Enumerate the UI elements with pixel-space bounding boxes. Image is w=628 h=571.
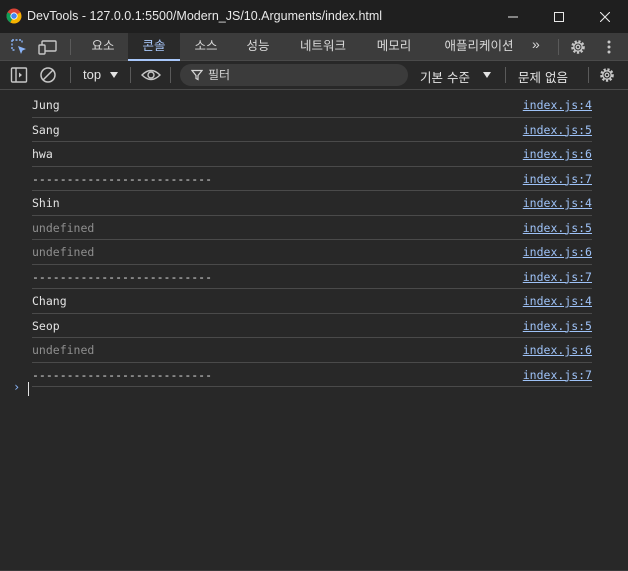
tab-application[interactable]: 애플리케이션 bbox=[432, 33, 526, 60]
console-message-row: -------------------------- index.js:7 bbox=[32, 265, 592, 289]
source-link[interactable]: index.js:6 bbox=[523, 147, 592, 161]
tab-console[interactable]: 콘솔 bbox=[128, 33, 180, 61]
tab-label: 요소 bbox=[91, 39, 115, 53]
filter-icon bbox=[191, 69, 203, 81]
tab-label: 콘솔 bbox=[142, 39, 166, 53]
console-input-cursor[interactable] bbox=[28, 382, 29, 396]
tab-network[interactable]: 네트워크 bbox=[288, 33, 358, 60]
console-message-text: Shin bbox=[32, 196, 60, 210]
console-settings-button[interactable] bbox=[597, 65, 617, 85]
more-vertical-icon bbox=[607, 40, 611, 54]
tab-label: 소스 bbox=[194, 39, 218, 53]
source-link[interactable]: index.js:4 bbox=[523, 98, 592, 112]
log-levels-dropdown[interactable]: 기본 수준 bbox=[420, 67, 470, 86]
source-link[interactable]: index.js:7 bbox=[523, 368, 592, 382]
tabs-divider bbox=[558, 39, 559, 55]
filter-box bbox=[180, 64, 408, 86]
tab-label: 성능 bbox=[246, 39, 270, 53]
panel-tabs-bar: 요소 콘솔 소스 성능 네트워크 메모리 애플리케이션 » bbox=[0, 33, 628, 61]
window-title: DevTools - 127.0.0.1:5500/Modern_JS/10.A… bbox=[27, 9, 383, 23]
tab-memory[interactable]: 메모리 bbox=[366, 33, 422, 60]
filter-input[interactable] bbox=[208, 66, 398, 84]
console-message-text: hwa bbox=[32, 147, 53, 161]
levels-dropdown-icon bbox=[483, 72, 491, 78]
console-message-text: -------------------------- bbox=[32, 367, 213, 382]
toolbar-divider bbox=[505, 67, 506, 83]
source-link[interactable]: index.js:5 bbox=[523, 123, 592, 137]
source-link[interactable]: index.js:7 bbox=[523, 172, 592, 186]
console-message-row: -------------------------- index.js:7 bbox=[32, 167, 592, 191]
console-message-row: undefined index.js:6 bbox=[32, 338, 592, 363]
gear-icon bbox=[600, 68, 614, 82]
console-message-row: Jung index.js:4 bbox=[32, 93, 592, 118]
eye-icon bbox=[141, 69, 161, 81]
console-message-text: -------------------------- bbox=[32, 269, 213, 284]
source-link[interactable]: index.js:5 bbox=[523, 319, 592, 333]
sidebar-toggle-button[interactable] bbox=[9, 65, 29, 85]
console-message-text: Seop bbox=[32, 318, 60, 333]
toolbar-divider bbox=[170, 67, 171, 83]
context-dropdown-icon bbox=[110, 72, 118, 78]
console-message-row: Chang index.js:4 bbox=[32, 289, 592, 314]
console-message-row: -------------------------- index.js:7 bbox=[32, 363, 592, 387]
tab-label: 메모리 bbox=[376, 39, 412, 53]
tab-elements[interactable]: 요소 bbox=[80, 33, 126, 60]
close-button[interactable] bbox=[582, 0, 628, 33]
inspect-element-icon bbox=[11, 39, 26, 54]
sidebar-icon bbox=[10, 67, 28, 83]
tab-sources[interactable]: 소스 bbox=[182, 33, 230, 60]
chrome-logo-icon bbox=[6, 8, 22, 24]
console-message-row: hwa index.js:6 bbox=[32, 142, 592, 167]
device-toggle-icon bbox=[38, 40, 57, 55]
console-message-row: undefined index.js:5 bbox=[32, 216, 592, 240]
console-message-row: Shin index.js:4 bbox=[32, 191, 592, 216]
maximize-icon bbox=[554, 11, 564, 22]
toolbar-divider bbox=[70, 67, 71, 83]
console-prompt-icon: › bbox=[13, 380, 21, 394]
source-link[interactable]: index.js:4 bbox=[523, 294, 592, 308]
title-bar: DevTools - 127.0.0.1:5500/Modern_JS/10.A… bbox=[0, 0, 628, 33]
source-link[interactable]: index.js:6 bbox=[523, 245, 592, 259]
device-toolbar-button[interactable] bbox=[38, 37, 58, 57]
tab-performance[interactable]: 성능 bbox=[234, 33, 282, 60]
console-message-text: undefined bbox=[32, 245, 95, 259]
console-message-row: undefined index.js:6 bbox=[32, 240, 592, 265]
console-message-text: Sang bbox=[32, 122, 60, 137]
live-expression-button[interactable] bbox=[140, 65, 162, 85]
inspect-element-button[interactable] bbox=[9, 37, 29, 57]
issues-counter[interactable]: 문제 없음 bbox=[518, 67, 568, 86]
minimize-icon bbox=[508, 16, 518, 17]
console-message-row: Sang index.js:5 bbox=[32, 118, 592, 142]
tabs-divider bbox=[70, 39, 71, 55]
maximize-button[interactable] bbox=[536, 0, 582, 33]
console-messages: Jung index.js:4 Sang index.js:5 hwa index.js:… bbox=[0, 93, 628, 387]
more-tabs-button[interactable]: » bbox=[532, 36, 540, 52]
source-link[interactable]: index.js:7 bbox=[523, 270, 592, 284]
tab-label: 네트워크 bbox=[299, 39, 346, 53]
source-link[interactable]: index.js:6 bbox=[523, 343, 592, 357]
source-link[interactable]: index.js:5 bbox=[523, 221, 592, 235]
close-icon bbox=[600, 11, 610, 22]
customize-menu-button[interactable] bbox=[599, 37, 619, 57]
context-selector[interactable]: top bbox=[83, 67, 101, 82]
clear-icon bbox=[40, 67, 56, 83]
gear-icon bbox=[571, 40, 585, 54]
console-message-text: Chang bbox=[32, 294, 67, 308]
console-message-text: undefined bbox=[32, 343, 95, 357]
console-message-text: undefined bbox=[32, 220, 95, 235]
clear-console-button[interactable] bbox=[38, 65, 58, 85]
toolbar-divider bbox=[130, 67, 131, 83]
console-toolbar: top 기본 수준 문제 없음 bbox=[0, 61, 628, 90]
settings-button[interactable] bbox=[568, 37, 588, 57]
console-message-text: -------------------------- bbox=[32, 171, 213, 186]
minimize-button[interactable] bbox=[490, 0, 536, 33]
toolbar-divider bbox=[588, 67, 589, 83]
console-message-row: Seop index.js:5 bbox=[32, 314, 592, 338]
console-message-text: Jung bbox=[32, 98, 60, 112]
tab-label: 애플리케이션 bbox=[444, 39, 514, 53]
source-link[interactable]: index.js:4 bbox=[523, 196, 592, 210]
